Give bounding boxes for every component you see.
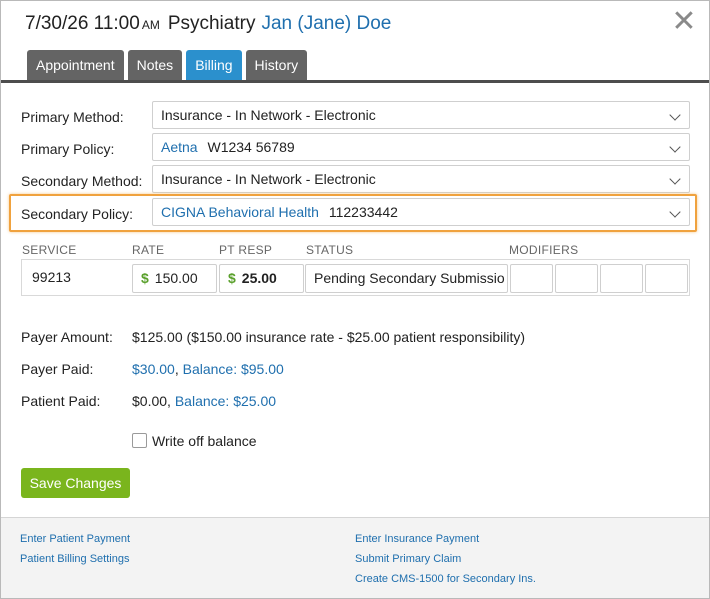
service-column-header: SERVICE [22, 243, 77, 257]
patient-name-link[interactable]: Jan (Jane) Doe [261, 13, 391, 35]
header-divider [1, 80, 709, 83]
appointment-ampm: AM [141, 18, 160, 32]
enter-insurance-payment-link[interactable]: Enter Insurance Payment [355, 533, 479, 545]
patient-paid-label: Patient Paid: [21, 393, 101, 409]
payer-paid-link[interactable]: $30.00 [132, 361, 175, 377]
primary-policy-label: Primary Policy: [21, 141, 115, 157]
create-cms-1500-link[interactable]: Create CMS-1500 for Secondary Ins. [355, 573, 536, 585]
payer-amount-value: $125.00 ($150.00 insurance rate - $25.00… [132, 329, 526, 345]
pt-resp-value: 25.00 [241, 270, 277, 286]
rate-column-header: RATE [132, 243, 165, 257]
chevron-down-icon [669, 173, 681, 185]
payer-paid-separator: , [174, 361, 183, 377]
status-column-header: STATUS [306, 243, 354, 257]
chevron-down-icon [669, 141, 681, 153]
primary-policy-number: W1234 56789 [207, 139, 295, 155]
payer-paid-value: $30.00, Balance: $95.00 [132, 361, 284, 377]
save-changes-button[interactable]: Save Changes [21, 468, 130, 498]
primary-method-row: Primary Method: Insurance - In Network -… [1, 101, 709, 133]
payer-amount-label: Payer Amount: [21, 329, 113, 345]
payer-paid-label: Payer Paid: [21, 361, 94, 377]
appointment-type: Psychiatry [167, 13, 256, 34]
pt-resp-input[interactable]: $25.00 [219, 264, 304, 293]
service-code: 99213 [32, 269, 71, 285]
secondary-policy-insurer: CIGNA Behavioral Health [161, 204, 319, 220]
secondary-method-row: Secondary Method: Insurance - In Network… [1, 165, 709, 197]
primary-policy-select[interactable]: Aetna W1234 56789 [152, 133, 690, 161]
patient-paid-amount: $0.00, [132, 393, 171, 409]
primary-method-label: Primary Method: [21, 109, 124, 125]
chevron-down-icon [669, 109, 681, 121]
secondary-method-value: Insurance - In Network - Electronic [161, 171, 376, 187]
modifier-input-1[interactable] [510, 264, 553, 293]
modifier-input-4[interactable] [645, 264, 688, 293]
patient-billing-settings-link[interactable]: Patient Billing Settings [20, 553, 129, 565]
rate-value: 150.00 [154, 270, 198, 286]
tab-billing[interactable]: Billing [186, 50, 242, 81]
secondary-policy-row: Secondary Policy: CIGNA Behavioral Healt… [1, 198, 709, 230]
write-off-checkbox[interactable] [132, 433, 147, 448]
status-value: Pending Secondary Submissio [314, 270, 505, 286]
rate-input[interactable]: $150.00 [132, 264, 217, 293]
appointment-datetime: 7/30/26 11:00 [25, 13, 140, 34]
dialog-header: 7/30/26 11:00 AM Psychiatry Jan (Jane) D… [1, 1, 709, 83]
tab-history[interactable]: History [245, 50, 308, 81]
payer-balance-link[interactable]: Balance: $95.00 [183, 361, 284, 377]
appointment-title: 7/30/26 11:00 AM Psychiatry Jan (Jane) D… [25, 13, 391, 39]
write-off-label[interactable]: Write off balance [152, 433, 257, 449]
secondary-policy-select[interactable]: CIGNA Behavioral Health 112233442 [152, 198, 690, 226]
submit-primary-claim-link[interactable]: Submit Primary Claim [355, 553, 461, 565]
secondary-method-select[interactable]: Insurance - In Network - Electronic [152, 165, 690, 193]
patient-paid-value: $0.00, Balance: $25.00 [132, 393, 276, 409]
secondary-method-label: Secondary Method: [21, 173, 143, 189]
modifiers-column-header: MODIFIERS [509, 243, 579, 257]
tab-bar: Appointment Notes Billing History [27, 50, 311, 81]
modifier-input-2[interactable] [555, 264, 598, 293]
tab-appointment[interactable]: Appointment [27, 50, 124, 81]
chevron-down-icon [669, 206, 681, 218]
secondary-policy-number: 112233442 [328, 204, 398, 220]
service-row: 99213 $150.00 $25.00 Pending Secondary S… [21, 259, 690, 296]
patient-balance-link[interactable]: Balance: $25.00 [175, 393, 276, 409]
primary-method-select[interactable]: Insurance - In Network - Electronic [152, 101, 690, 129]
enter-patient-payment-link[interactable]: Enter Patient Payment [20, 533, 130, 545]
primary-method-value: Insurance - In Network - Electronic [161, 107, 376, 123]
dollar-icon: $ [141, 270, 149, 286]
close-icon[interactable]: ✕ [669, 7, 699, 37]
modifier-input-3[interactable] [600, 264, 643, 293]
pt-resp-column-header: PT RESP [219, 243, 273, 257]
secondary-policy-label: Secondary Policy: [21, 206, 134, 222]
appointment-dialog: 7/30/26 11:00 AM Psychiatry Jan (Jane) D… [0, 0, 710, 599]
primary-policy-insurer: Aetna [161, 139, 198, 155]
tab-notes[interactable]: Notes [127, 50, 183, 81]
dialog-footer: Enter Patient Payment Patient Billing Se… [1, 518, 709, 598]
primary-policy-row: Primary Policy: Aetna W1234 56789 [1, 133, 709, 165]
dollar-icon: $ [228, 270, 236, 286]
status-field[interactable]: Pending Secondary Submissio [305, 264, 508, 293]
